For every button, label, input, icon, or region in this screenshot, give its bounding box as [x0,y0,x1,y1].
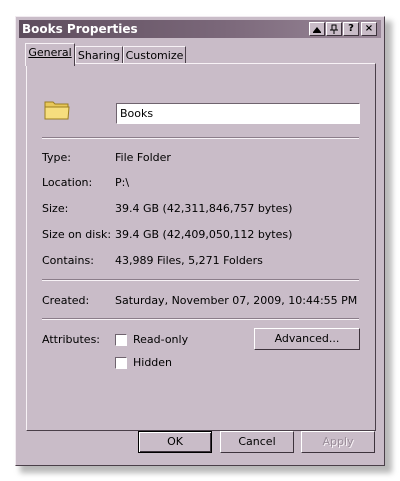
separator [42,318,359,320]
help-icon: ? [348,23,354,34]
hidden-label[interactable]: Hidden [133,356,172,369]
size-on-disk-label: Size on disk: [42,228,112,241]
cancel-button-label: Cancel [238,435,276,448]
tab-general-label: General [28,46,72,59]
ok-button[interactable]: OK [138,431,212,453]
size-value: 39.4 GB (42,311,846,757 bytes) [115,202,293,215]
properties-dialog: Books Properties ? × General Sharing Cus… [15,16,385,466]
type-label: Type: [42,151,71,164]
created-value: Saturday, November 07, 2009, 10:44:55 PM [115,294,358,307]
folder-name-input[interactable] [116,103,360,124]
location-value: P:\ [115,176,130,189]
close-icon: × [364,23,374,34]
window-title: Books Properties [22,22,138,36]
apply-button[interactable]: Apply [301,431,375,453]
advanced-button[interactable]: Advanced... [254,328,360,350]
contains-label: Contains: [42,254,94,267]
contains-value: 43,989 Files, 5,271 Folders [115,254,263,267]
cancel-button[interactable]: Cancel [220,431,294,453]
general-tab-panel: Type: File Folder Location: P:\ Size: 39… [26,63,376,431]
tab-customize-label: Customize [125,49,184,62]
apply-button-label: Apply [322,435,354,448]
separator [42,137,359,139]
size-label: Size: [42,202,69,215]
hidden-checkbox[interactable] [115,357,127,369]
location-label: Location: [42,176,93,189]
folder-icon [44,101,70,120]
roll-up-button[interactable] [309,22,325,36]
tab-general[interactable]: General [25,43,75,66]
ok-button-label: OK [167,435,183,448]
pin-button[interactable] [326,22,342,36]
help-button[interactable]: ? [343,22,359,36]
read-only-label[interactable]: Read-only [133,333,188,346]
separator [42,279,359,281]
pin-icon [330,24,338,34]
read-only-checkbox[interactable] [115,334,127,346]
tab-sharing-label: Sharing [77,49,121,62]
title-bar[interactable]: Books Properties ? × [19,20,381,38]
triangle-up-icon [313,27,321,33]
created-label: Created: [42,294,90,307]
attributes-label: Attributes: [42,333,101,346]
close-button[interactable]: × [361,22,377,36]
size-on-disk-value: 39.4 GB (42,409,050,112 bytes) [115,228,293,241]
advanced-button-label: Advanced... [274,332,340,345]
type-value: File Folder [115,151,171,164]
